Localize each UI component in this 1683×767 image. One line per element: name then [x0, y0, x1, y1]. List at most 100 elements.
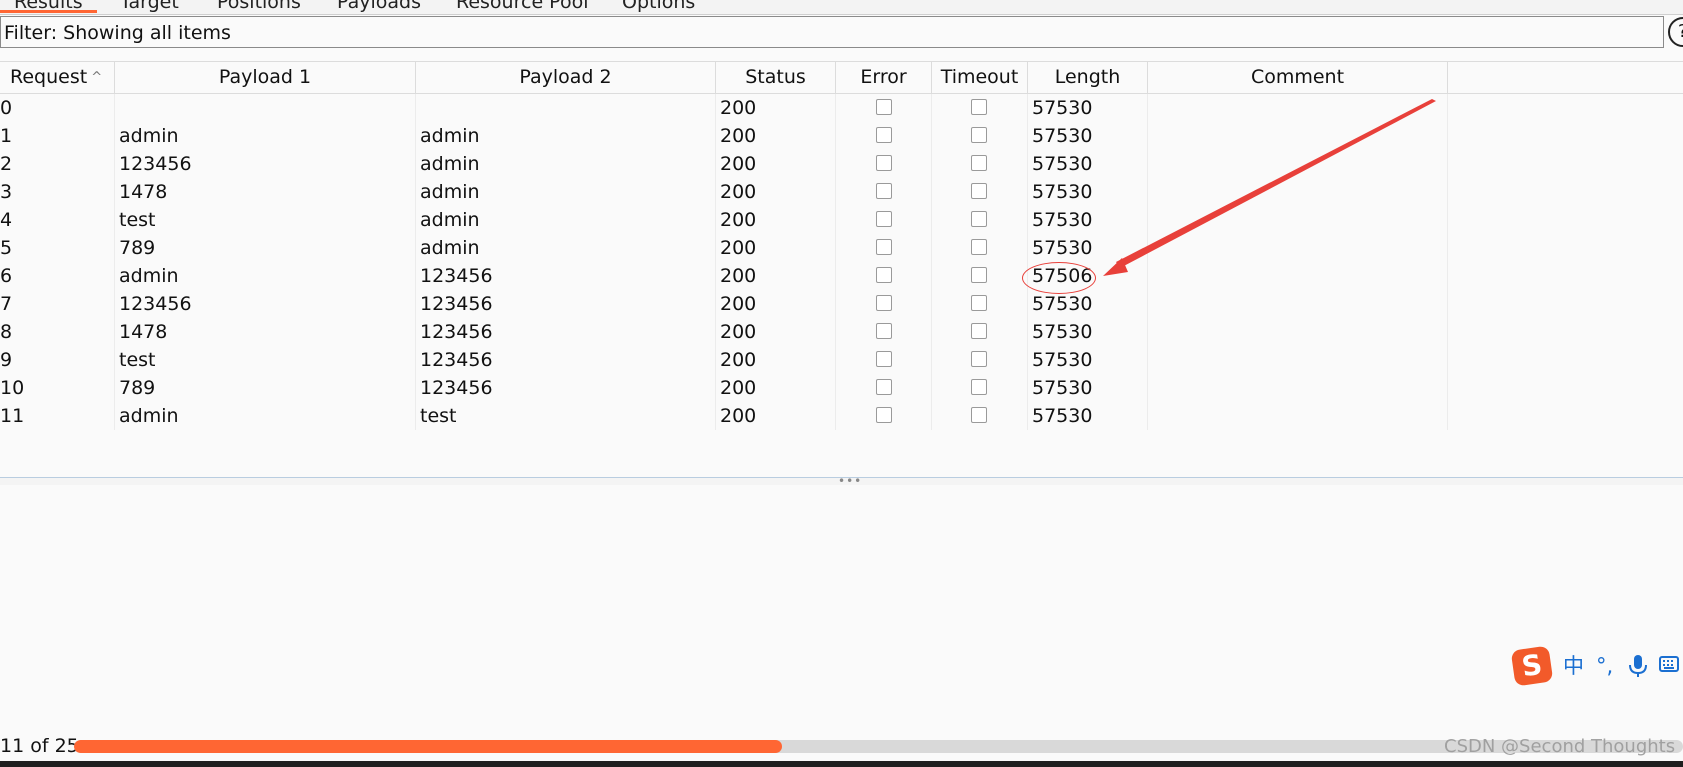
cell-timeout	[932, 290, 1028, 318]
table-row[interactable]: 5 789 admin 200 57530	[0, 234, 1683, 262]
cell-payload-2: admin	[416, 150, 716, 178]
cell-timeout	[932, 402, 1028, 430]
timeout-checkbox[interactable]	[971, 99, 987, 115]
cell-comment	[1148, 206, 1448, 234]
cell-error	[836, 318, 932, 346]
cell-payload-1: test	[115, 346, 416, 374]
timeout-checkbox[interactable]	[971, 351, 987, 367]
cell-length: 57530	[1028, 150, 1148, 178]
error-checkbox[interactable]	[876, 239, 892, 255]
cell-timeout	[932, 318, 1028, 346]
cell-status: 200	[716, 318, 836, 346]
pane-splitter[interactable]: •••	[0, 475, 1683, 487]
table-row[interactable]: 4 test admin 200 57530	[0, 206, 1683, 234]
cell-timeout	[932, 150, 1028, 178]
cell-error	[836, 374, 932, 402]
filter-text: Filter: Showing all items	[4, 22, 231, 44]
table-header: Request ^ Payload 1 Payload 2 Status Erro…	[0, 61, 1683, 94]
table-row[interactable]: 2 123456 admin 200 57530	[0, 150, 1683, 178]
error-checkbox[interactable]	[876, 379, 892, 395]
error-checkbox[interactable]	[876, 99, 892, 115]
column-header-timeout[interactable]: Timeout	[932, 62, 1028, 93]
cell-length: 57530	[1028, 122, 1148, 150]
cell-timeout	[932, 178, 1028, 206]
error-checkbox[interactable]	[876, 351, 892, 367]
error-checkbox[interactable]	[876, 183, 892, 199]
cell-request: 10	[0, 374, 115, 402]
tab-resource-pool[interactable]: Resource Pool	[456, 0, 588, 13]
cell-payload-1: 789	[115, 374, 416, 402]
table-row[interactable]: 6 admin 123456 200 57506	[0, 262, 1683, 290]
column-header-length[interactable]: Length	[1028, 62, 1148, 93]
cell-payload-2: 123456	[416, 318, 716, 346]
cell-status: 200	[716, 234, 836, 262]
timeout-checkbox[interactable]	[971, 323, 987, 339]
cell-timeout	[932, 346, 1028, 374]
cell-error	[836, 402, 932, 430]
error-checkbox[interactable]	[876, 407, 892, 423]
column-header-request[interactable]: Request ^	[0, 62, 115, 93]
timeout-checkbox[interactable]	[971, 183, 987, 199]
tab-results[interactable]: Results	[0, 0, 97, 13]
table-row[interactable]: 0 200 57530	[0, 94, 1683, 122]
cell-payload-2: test	[416, 402, 716, 430]
timeout-checkbox[interactable]	[971, 379, 987, 395]
cell-status: 200	[716, 178, 836, 206]
cell-comment	[1148, 346, 1448, 374]
cell-length: 57530	[1028, 346, 1148, 374]
results-table: Request ^ Payload 1 Payload 2 Status Erro…	[0, 61, 1683, 430]
cell-payload-2: 123456	[416, 374, 716, 402]
timeout-checkbox[interactable]	[971, 267, 987, 283]
cell-comment	[1148, 290, 1448, 318]
timeout-checkbox[interactable]	[971, 295, 987, 311]
error-checkbox[interactable]	[876, 267, 892, 283]
cell-request: 11	[0, 402, 115, 430]
cell-length: 57530	[1028, 178, 1148, 206]
error-checkbox[interactable]	[876, 127, 892, 143]
timeout-checkbox[interactable]	[971, 127, 987, 143]
ime-toolbar: S 中 °,	[1510, 645, 1683, 687]
cell-comment	[1148, 318, 1448, 346]
table-row[interactable]: 1 admin admin 200 57530	[0, 122, 1683, 150]
cell-status: 200	[716, 150, 836, 178]
column-header-comment[interactable]: Comment	[1148, 62, 1448, 93]
tab-payloads[interactable]: Payloads	[337, 0, 421, 13]
cell-payload-2: admin	[416, 178, 716, 206]
table-row[interactable]: 11 admin test 200 57530	[0, 402, 1683, 430]
error-checkbox[interactable]	[876, 295, 892, 311]
cell-error	[836, 206, 932, 234]
keyboard-icon[interactable]	[1659, 656, 1679, 672]
help-icon[interactable]: ?	[1668, 17, 1683, 47]
column-header-error[interactable]: Error	[836, 62, 932, 93]
timeout-checkbox[interactable]	[971, 239, 987, 255]
cell-payload-1: admin	[115, 122, 416, 150]
cell-request: 5	[0, 234, 115, 262]
error-checkbox[interactable]	[876, 155, 892, 171]
error-checkbox[interactable]	[876, 323, 892, 339]
tab-positions[interactable]: Positions	[217, 0, 301, 13]
cell-comment	[1148, 94, 1448, 122]
timeout-checkbox[interactable]	[971, 211, 987, 227]
cell-payload-1: admin	[115, 262, 416, 290]
tab-target[interactable]: Target	[120, 0, 179, 13]
table-row[interactable]: 10 789 123456 200 57530	[0, 374, 1683, 402]
table-row[interactable]: 9 test 123456 200 57530	[0, 346, 1683, 374]
timeout-checkbox[interactable]	[971, 407, 987, 423]
table-row[interactable]: 8 1478 123456 200 57530	[0, 318, 1683, 346]
error-checkbox[interactable]	[876, 211, 892, 227]
ime-punctuation-toggle[interactable]: °,	[1596, 652, 1613, 680]
tab-bar: Results Target Positions Payloads Resour…	[0, 0, 1683, 15]
table-row[interactable]: 7 123456 123456 200 57530	[0, 290, 1683, 318]
cell-error	[836, 122, 932, 150]
microphone-icon[interactable]	[1625, 653, 1651, 679]
table-row[interactable]: 3 1478 admin 200 57530	[0, 178, 1683, 206]
cell-timeout	[932, 234, 1028, 262]
sogou-logo-icon[interactable]: S	[1510, 645, 1554, 687]
filter-bar[interactable]: Filter: Showing all items	[0, 16, 1664, 48]
column-header-status[interactable]: Status	[716, 62, 836, 93]
timeout-checkbox[interactable]	[971, 155, 987, 171]
column-header-payload-1[interactable]: Payload 1	[115, 62, 416, 93]
column-header-payload-2[interactable]: Payload 2	[416, 62, 716, 93]
tab-options[interactable]: Options	[622, 0, 695, 13]
ime-language-toggle[interactable]: 中	[1563, 652, 1584, 680]
